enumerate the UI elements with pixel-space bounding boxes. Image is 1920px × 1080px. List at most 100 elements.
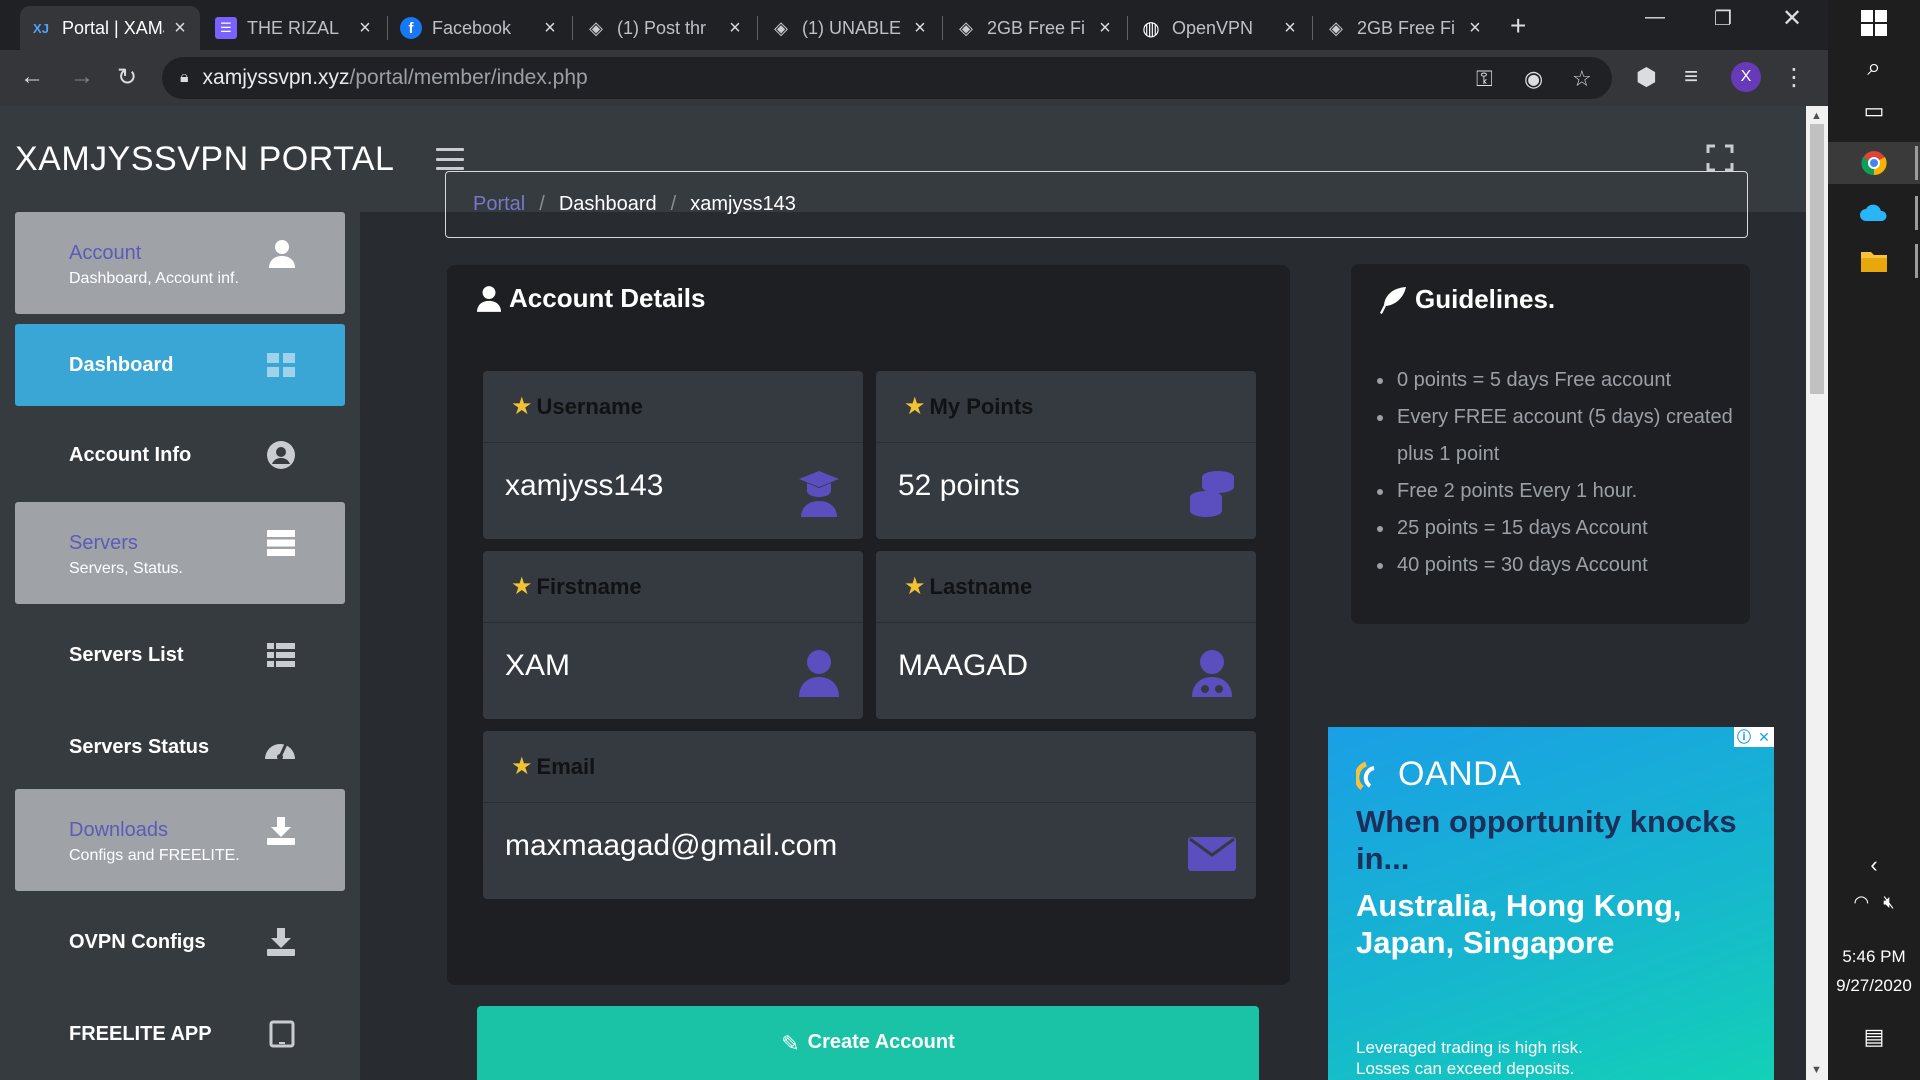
task-view-icon[interactable]: ▭	[1828, 98, 1920, 124]
hamburger-menu-icon[interactable]	[436, 148, 464, 170]
sidebar-item-freelite-app[interactable]: FREELITE APP	[15, 993, 345, 1075]
sidebar-header-servers[interactable]: Servers Servers, Status.	[15, 502, 345, 604]
close-tab-icon[interactable]: ×	[1280, 17, 1300, 40]
close-tab-icon[interactable]: ×	[540, 17, 560, 40]
oanda-logo-icon	[1356, 761, 1375, 790]
tab-title: Facebook	[432, 17, 512, 38]
username-field: ★ Username xamjyss143	[483, 371, 863, 539]
points-field: ★ My Points 52 points	[876, 371, 1256, 539]
extensions-icon[interactable]: ⬢	[1636, 63, 1657, 92]
download-icon	[267, 928, 295, 956]
restore-icon[interactable]: ❐	[1714, 6, 1732, 31]
shield-favicon-icon: ◈	[589, 17, 603, 38]
ad-brand-text: OANDA	[1398, 755, 1522, 793]
close-tab-icon[interactable]: ×	[1095, 17, 1115, 40]
ad-disclaimer: Leveraged trading is high risk. Losses c…	[1356, 1037, 1583, 1079]
cloud-app-icon[interactable]	[1828, 196, 1920, 230]
windows-start-icon[interactable]	[1828, 10, 1920, 36]
field-label: My Points	[929, 393, 1034, 419]
tab-portal[interactable]: XJ Portal | XAMJYSSVPN ×	[20, 6, 200, 50]
sidebar: Account Dashboard, Account inf. Dashboar…	[0, 212, 360, 1080]
ad-info-icon[interactable]: ⓘ	[1734, 727, 1754, 747]
breadcrumb-separator: /	[539, 193, 545, 215]
sidebar-header-title: Account	[69, 242, 142, 264]
page-scrollbar[interactable]: ▲ ▼	[1806, 106, 1828, 1080]
field-value: XAM	[505, 649, 571, 682]
close-tab-icon[interactable]: ×	[170, 17, 190, 40]
media-queue-icon[interactable]: ≡	[1684, 63, 1698, 91]
tab-rizal[interactable]: ☰ THE RIZAL ×	[205, 6, 385, 50]
star-bookmark-icon[interactable]: ☆	[1572, 66, 1592, 92]
profile-avatar[interactable]: X	[1731, 62, 1761, 92]
field-value: 52 points	[898, 469, 1020, 502]
sidebar-item-label: Servers List	[69, 643, 184, 666]
tab-openvpn[interactable]: ◍ OpenVPN ×	[1130, 6, 1310, 50]
sidebar-header-downloads[interactable]: Downloads Configs and FREELITE.	[15, 789, 345, 891]
star-icon: ★	[904, 573, 926, 600]
scroll-down-icon[interactable]: ▼	[1811, 1064, 1822, 1076]
address-bar[interactable]: 🔒︎ xamjyssvpn.xyz/portal/member/index.ph…	[162, 57, 1612, 99]
field-label: Email	[536, 753, 596, 779]
key-icon[interactable]: ⚿	[1476, 66, 1493, 92]
close-tab-icon[interactable]: ×	[910, 17, 930, 40]
account-details-title: Account Details	[477, 283, 706, 314]
close-tab-icon[interactable]: ×	[725, 17, 745, 40]
search-icon[interactable]: ⌕	[1828, 54, 1920, 82]
sidebar-header-account[interactable]: Account Dashboard, Account inf.	[15, 212, 345, 314]
tab-2gb-free-2[interactable]: ◈ 2GB Free Fi ×	[1315, 6, 1495, 50]
tab-facebook[interactable]: f Facebook ×	[390, 6, 570, 50]
new-tab-icon[interactable]: +	[1510, 10, 1526, 42]
lastname-field: ★ Lastname MAAGAD	[876, 551, 1256, 719]
sidebar-header-title: Servers	[69, 532, 138, 554]
guidelines-title-text: Guidelines.	[1415, 284, 1556, 314]
chevron-left-icon[interactable]: ‹	[1828, 852, 1920, 878]
volume-muted-icon[interactable]: 🔇︎	[1883, 892, 1894, 913]
sidebar-item-account-info[interactable]: Account Info	[15, 414, 345, 496]
breadcrumb-portal-link[interactable]: Portal	[473, 193, 525, 216]
tab-divider	[1127, 16, 1128, 40]
tab-title: OpenVPN	[1172, 17, 1254, 38]
server-icon	[267, 530, 295, 556]
tab-unable[interactable]: ◈ (1) UNABLE ×	[760, 6, 940, 50]
list-icon	[267, 643, 295, 667]
star-icon: ★	[511, 573, 533, 600]
menu-dots-icon[interactable]: ⋮	[1782, 63, 1806, 92]
forward-icon[interactable]: →	[70, 63, 94, 91]
scroll-up-icon[interactable]: ▲	[1811, 110, 1822, 122]
tab-post-thread[interactable]: ◈ (1) Post thr ×	[575, 6, 755, 50]
shield-favicon-icon: ◈	[1329, 17, 1343, 38]
user-circle-icon	[267, 441, 295, 469]
fullscreen-icon[interactable]	[1706, 144, 1734, 172]
create-account-button[interactable]: ✎ Create Account	[477, 1006, 1259, 1080]
file-explorer-icon[interactable]	[1828, 244, 1920, 278]
network-and-volume-icons[interactable]: ◠ 🔇︎	[1828, 892, 1920, 913]
chrome-taskbar-icon[interactable]	[1828, 142, 1920, 184]
dashboard-grid-icon	[267, 353, 295, 377]
oanda-advertisement[interactable]: ⓘ ✕ OANDA When opportunity knocks in... …	[1328, 727, 1774, 1080]
sidebar-item-ovpn-configs[interactable]: OVPN Configs	[15, 901, 345, 983]
close-tab-icon[interactable]: ×	[355, 17, 375, 40]
windows-taskbar: ⌕ ▭ ‹ ◠ 🔇︎ 5:46 PM 9/27/2020 ▤	[1828, 0, 1920, 1080]
breadcrumb-separator: /	[670, 193, 677, 215]
notification-center-icon[interactable]: ▤	[1828, 1024, 1920, 1050]
wifi-icon[interactable]: ◠	[1853, 892, 1869, 913]
sidebar-item-dashboard[interactable]: Dashboard	[15, 324, 345, 406]
scrollbar-thumb[interactable]	[1810, 124, 1824, 394]
portal-brand[interactable]: XAMJYSSVPN PORTAL	[15, 140, 394, 179]
sidebar-item-servers-list[interactable]: Servers List	[15, 614, 345, 696]
reload-icon[interactable]: ↻	[117, 63, 137, 92]
back-icon[interactable]: ←	[20, 63, 44, 91]
ad-close-icon[interactable]: ✕	[1754, 727, 1774, 747]
browser-toolbar: ← → ↻ 🔒︎ xamjyssvpn.xyz/portal/member/in…	[0, 50, 1828, 106]
close-window-icon[interactable]: ✕	[1782, 4, 1802, 33]
minimize-icon[interactable]: —	[1645, 6, 1665, 29]
tab-2gb-free-1[interactable]: ◈ 2GB Free Fi ×	[945, 6, 1125, 50]
ad-subhead: Australia, Hong Kong, Japan, Singapore	[1356, 888, 1682, 960]
close-tab-icon[interactable]: ×	[1465, 17, 1485, 40]
taskbar-clock[interactable]: 5:46 PM 9/27/2020	[1828, 942, 1920, 1000]
url-path: /portal/member/index.php	[349, 66, 588, 89]
eye-icon[interactable]: ◉	[1524, 66, 1543, 92]
sidebar-item-servers-status[interactable]: Servers Status	[15, 706, 345, 788]
facebook-icon: f	[400, 17, 422, 39]
field-value: xamjyss143	[505, 469, 664, 502]
